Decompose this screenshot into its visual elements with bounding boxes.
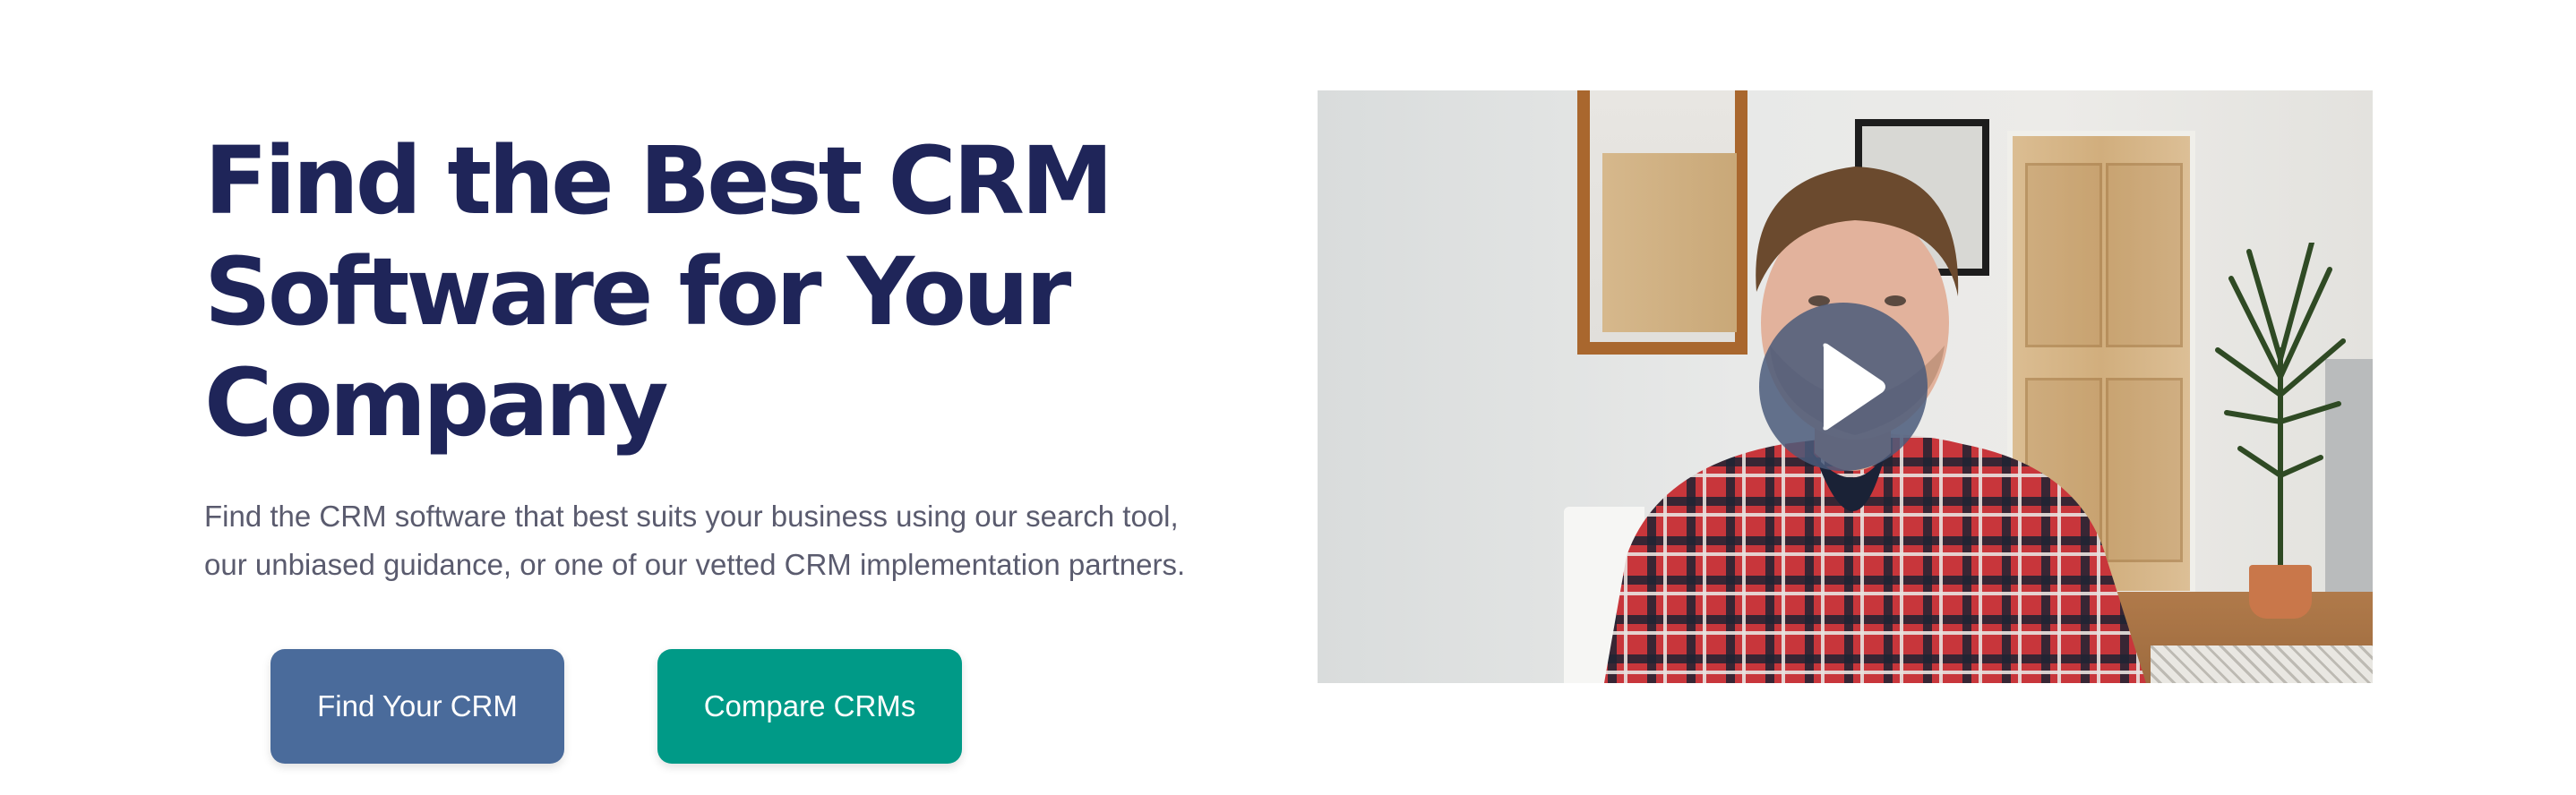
hero-subtitle: Find the CRM software that best suits yo… <box>204 500 1186 581</box>
find-your-crm-button[interactable]: Find Your CRM <box>270 649 564 764</box>
play-button[interactable] <box>1759 303 1928 471</box>
hero-text: Find the Best CRM Software for Your Comp… <box>204 125 1243 589</box>
play-icon <box>1823 343 1885 431</box>
video-player[interactable] <box>1318 90 2373 683</box>
page-title: Find the Best CRM Software for Your Comp… <box>204 126 1113 457</box>
compare-crms-button[interactable]: Compare CRMs <box>657 649 962 764</box>
